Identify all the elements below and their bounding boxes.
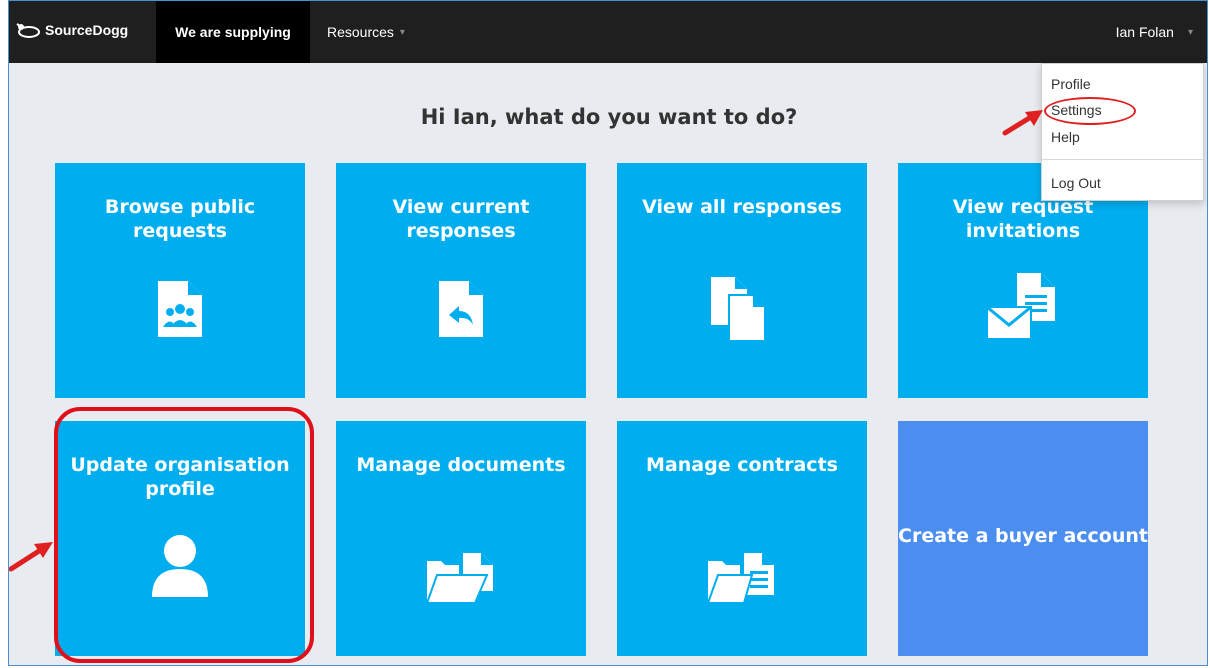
dog-logo-icon [16, 23, 40, 38]
tile-title: View request invitations [952, 196, 1094, 242]
document-users-icon [55, 279, 305, 339]
tile-view-all-responses[interactable]: View all responses [617, 163, 867, 398]
folder-contract-icon [617, 551, 867, 605]
page-greeting: Hi Ian, what do you want to do? [420, 105, 798, 129]
documents-icon [617, 275, 867, 343]
tile-title: Update organisation profile [70, 454, 290, 500]
menu-item-settings[interactable]: Settings [1051, 100, 1102, 120]
annotation-arrow-icon [9, 542, 53, 572]
folder-document-icon [336, 551, 586, 605]
menu-divider [1042, 159, 1203, 160]
app-frame: SourceDogg We are supplying Resources ▾ … [8, 0, 1208, 666]
tile-manage-contracts[interactable]: Manage contracts [617, 421, 867, 656]
chevron-down-icon: ▾ [1187, 26, 1193, 38]
top-navbar: SourceDogg We are supplying Resources ▾ … [9, 1, 1207, 63]
menu-item-profile[interactable]: Profile [1051, 74, 1091, 94]
user-menu-toggle[interactable]: Ian Folan ▾ [1116, 1, 1193, 63]
user-dropdown-menu: Profile Settings Help Log Out [1041, 63, 1204, 201]
nav-resources-label: Resources [327, 24, 394, 40]
tile-browse-public-requests[interactable]: Browse public requests [55, 163, 305, 398]
tile-title: Create a buyer account [898, 525, 1148, 547]
nav-we-are-supplying[interactable]: We are supplying [156, 1, 310, 63]
nav-resources-menu[interactable]: Resources ▾ [327, 1, 405, 63]
tile-create-buyer-account[interactable]: Create a buyer account [898, 421, 1148, 656]
brand-logo[interactable]: SourceDogg [15, 17, 128, 43]
tile-title: Manage documents [356, 454, 566, 476]
tile-title: View all responses [642, 196, 842, 218]
envelope-document-icon [898, 271, 1148, 341]
tile-title: View current responses [392, 196, 530, 242]
chevron-down-icon: ▾ [399, 26, 405, 38]
tile-view-current-responses[interactable]: View current responses [336, 163, 586, 398]
user-icon [55, 533, 305, 599]
tile-update-organisation-profile[interactable]: Update organisation profile [55, 421, 305, 656]
document-reply-icon [336, 279, 586, 339]
menu-item-log-out[interactable]: Log Out [1051, 173, 1101, 193]
tile-title: Manage contracts [646, 454, 838, 476]
tile-title: Browse public requests [104, 196, 256, 242]
tile-manage-documents[interactable]: Manage documents [336, 421, 586, 656]
brand-name: SourceDogg [45, 22, 129, 38]
menu-item-help[interactable]: Help [1051, 127, 1080, 147]
user-name: Ian Folan [1115, 24, 1174, 40]
